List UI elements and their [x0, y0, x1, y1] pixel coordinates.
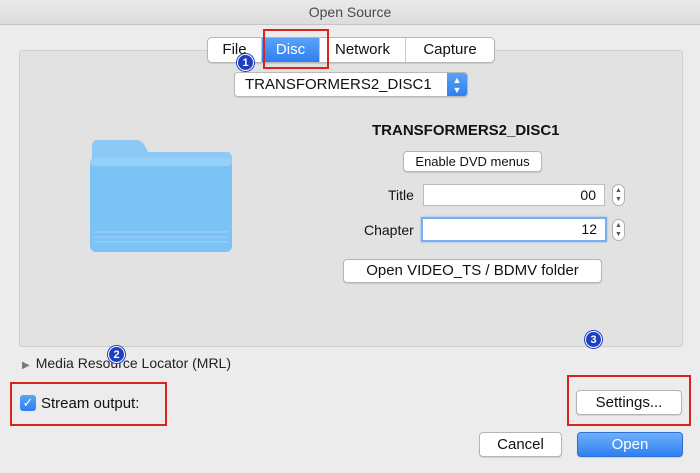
settings-button[interactable]: Settings... — [576, 390, 682, 415]
enable-dvd-menus-button[interactable]: Enable DVD menus — [403, 151, 542, 172]
step-badge-2: 2 — [108, 346, 125, 363]
mrl-disclosure[interactable]: ▶ Media Resource Locator (MRL) — [22, 355, 231, 371]
chapter-field[interactable]: 12 — [421, 217, 607, 242]
disc-device-select[interactable]: TRANSFORMERS2_DISC1 ▲ ▼ — [234, 72, 468, 97]
window-title: Open Source — [308, 4, 392, 20]
chapter-stepper-icon[interactable]: ▲ ▼ — [612, 219, 625, 241]
select-arrows-icon: ▲ ▼ — [447, 73, 467, 96]
disclosure-triangle-icon: ▶ — [22, 360, 30, 371]
disc-name-label: TRANSFORMERS2_DISC1 — [372, 122, 560, 139]
cancel-button[interactable]: Cancel — [479, 432, 562, 457]
window-titlebar: Open Source — [0, 0, 700, 25]
title-field[interactable]: 00 — [423, 184, 605, 206]
open-button[interactable]: Open — [577, 432, 683, 457]
title-stepper-icon[interactable]: ▲ ▼ — [612, 184, 625, 206]
tab-file[interactable]: File — [208, 38, 262, 62]
folder-icon — [90, 140, 232, 252]
open-video-ts-button[interactable]: Open VIDEO_TS / BDMV folder — [343, 259, 602, 283]
step-badge-3: 3 — [585, 331, 602, 348]
step-badge-1: 1 — [237, 54, 254, 71]
mrl-label: Media Resource Locator (MRL) — [35, 355, 231, 371]
checkmark-icon: ✓ — [20, 395, 36, 411]
disc-device-value: TRANSFORMERS2_DISC1 — [245, 76, 432, 93]
stream-output-checkbox[interactable]: ✓ Stream output: — [20, 393, 139, 413]
title-label: Title — [388, 187, 414, 203]
chapter-label: Chapter — [364, 222, 414, 238]
tab-network[interactable]: Network — [320, 38, 406, 62]
tab-disc[interactable]: Disc — [262, 38, 320, 62]
stream-output-label: Stream output: — [41, 394, 140, 412]
tab-capture[interactable]: Capture — [406, 38, 494, 62]
